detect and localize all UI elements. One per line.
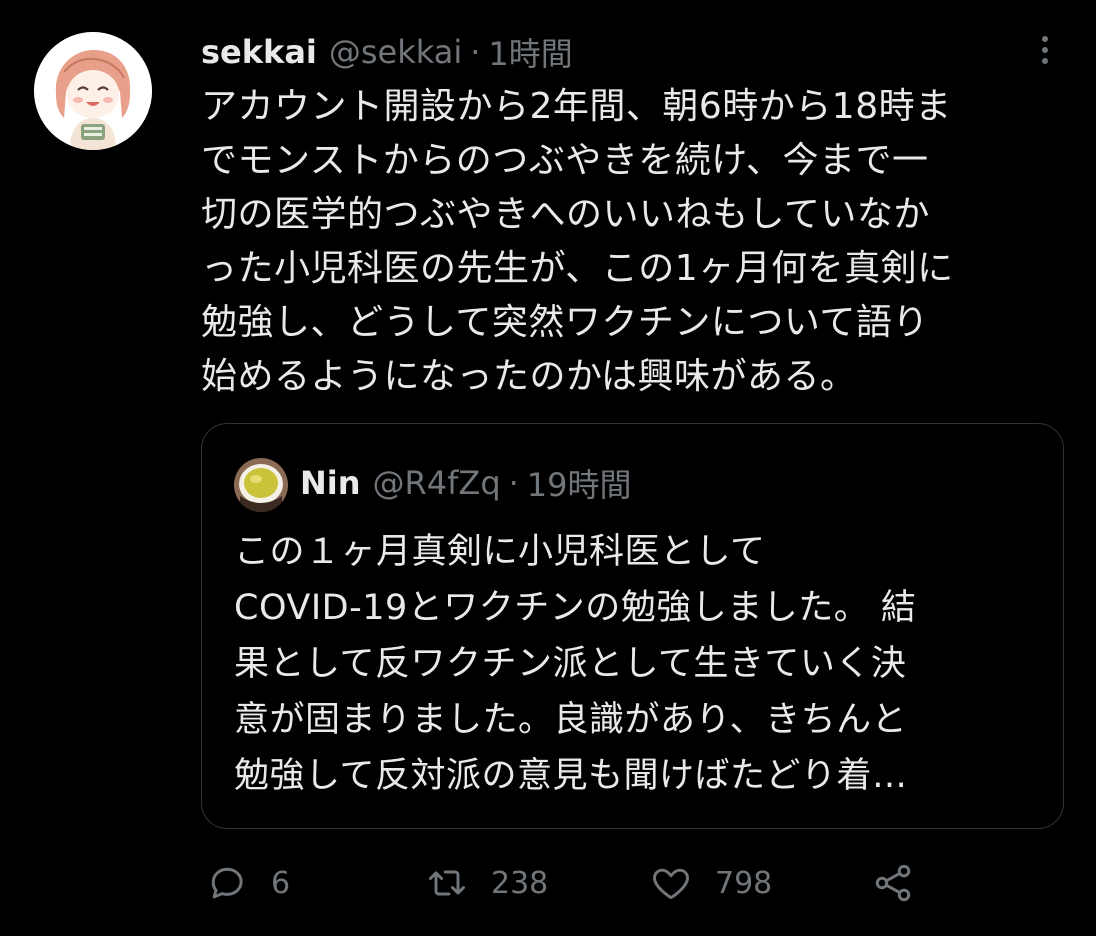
more-vertical-icon-dot	[1042, 58, 1048, 64]
quoted-author-handle[interactable]: @R4fZq	[373, 464, 501, 502]
tweet-body: アカウント開設から2年間、朝6時から18時ま でモンストからのつぶやきを続け、今…	[201, 80, 1071, 404]
quoted-author-name[interactable]: Nin	[300, 464, 361, 502]
tweet-text-line: でモンストからのつぶやきを続け、今まで一	[201, 140, 929, 181]
like-button[interactable]: 798	[649, 855, 772, 911]
tweet-header: sekkai @sekkai · 1時間	[201, 30, 573, 74]
quoted-text-line: 果として反ワクチン派として生きていく決	[234, 644, 907, 684]
green-tea-cup-icon	[234, 458, 288, 512]
tweet-action-bar: 6 238 798	[201, 855, 941, 911]
quoted-author-avatar[interactable]	[234, 458, 288, 512]
tweet-text-line: アカウント開設から2年間、朝6時から18時ま	[201, 86, 952, 127]
quoted-text-line: COVID-19とワクチンの勉強しました。 結	[234, 588, 917, 628]
quoted-text-line: 勉強して反対派の意見も聞けばたどり着…	[234, 756, 908, 796]
tweet-text-line: 切の医学的つぶやきへのいいねもしていなか	[201, 194, 930, 235]
quoted-tweet-card[interactable]: Nin @R4fZq · 19時間 この１ヶ月真剣に小児科医として COVID-…	[201, 423, 1064, 829]
heart-icon	[653, 868, 689, 900]
quoted-tweet-header: Nin @R4fZq · 19時間	[300, 460, 632, 506]
header-separator: ·	[470, 33, 481, 71]
tweet: sekkai @sekkai · 1時間 アカウント開設から2年間、朝6時から1…	[0, 0, 1096, 936]
tweet-text-line: 勉強し、どうして突然ワクチンについて語り	[201, 302, 929, 343]
retweet-count: 238	[491, 865, 549, 901]
reply-count: 6	[271, 865, 291, 901]
author-avatar[interactable]	[34, 32, 152, 150]
share-icon	[875, 864, 911, 902]
tweet-timestamp[interactable]: 1時間	[488, 29, 572, 75]
retweet-button[interactable]: 238	[425, 855, 548, 911]
share-button[interactable]	[871, 855, 915, 911]
quoted-text-line: 意が固まりました。良識があり、きちんと	[234, 700, 908, 740]
tweet-text-line: 始めるようになったのかは興味がある。	[201, 356, 857, 397]
more-vertical-icon-dot	[1042, 47, 1048, 53]
like-count: 798	[715, 865, 773, 901]
tweet-text-line: った小児科医の先生が、この1ヶ月何を真剣に	[201, 248, 954, 289]
author-display-name[interactable]: sekkai	[201, 33, 317, 71]
quoted-header-separator: ·	[508, 464, 519, 502]
author-handle[interactable]: @sekkai	[329, 33, 462, 71]
quoted-text-line: この１ヶ月真剣に小児科医として	[234, 532, 766, 572]
more-vertical-icon	[1042, 36, 1048, 42]
quoted-tweet-body: この１ヶ月真剣に小児科医として COVID-19とワクチンの勉強しました。 結 …	[234, 524, 1034, 804]
author-avatar-illustration	[34, 32, 152, 150]
retweet-icon	[429, 870, 465, 896]
more-options-button[interactable]	[1030, 30, 1060, 70]
reply-button[interactable]: 6	[205, 855, 290, 911]
reply-bubble-icon	[211, 867, 243, 899]
quoted-tweet-timestamp[interactable]: 19時間	[527, 460, 632, 506]
